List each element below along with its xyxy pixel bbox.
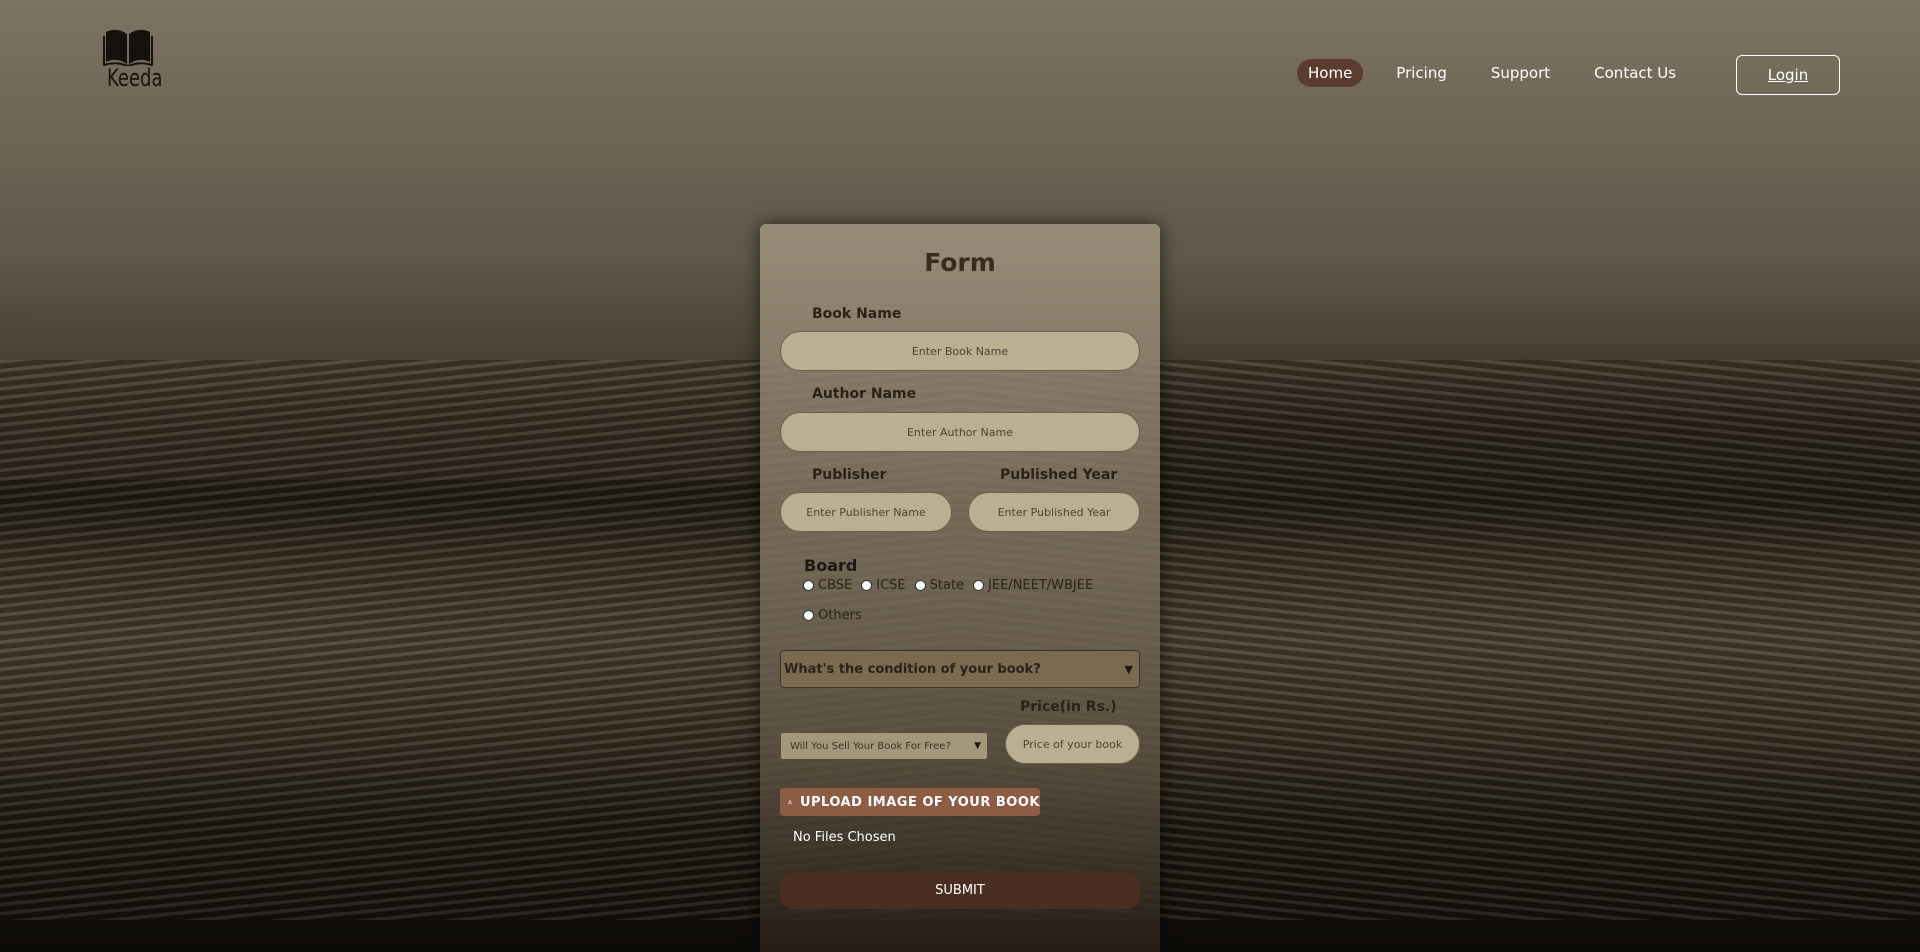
file-status-text: No Files Chosen <box>793 830 896 845</box>
open-book-icon <box>103 29 153 66</box>
board-option-label: ICSE <box>876 578 906 593</box>
board-option-state[interactable]: State <box>914 578 965 593</box>
form-title: Form <box>924 248 996 277</box>
author-name-input[interactable] <box>780 412 1140 452</box>
main-nav: Home Pricing Support Contact Us <box>1297 59 1709 87</box>
nav-pricing[interactable]: Pricing <box>1385 59 1458 87</box>
logo[interactable]: Keeda <box>100 26 163 92</box>
price-input[interactable] <box>1005 724 1140 764</box>
board-option-label: JEE/NEET/WBJEE <box>988 578 1094 593</box>
nav-support[interactable]: Support <box>1480 59 1561 87</box>
book-condition-select-value: What's the condition of your book? <box>784 661 1041 677</box>
upload-icon <box>788 800 792 804</box>
board-option-label: State <box>929 578 965 593</box>
radio-button[interactable] <box>803 580 814 591</box>
chevron-down-icon: ▼ <box>1124 662 1133 676</box>
board-option-label: Others <box>818 608 862 623</box>
board-option-icse[interactable]: ICSE <box>861 578 906 593</box>
board-option-jee-neet-wbjee[interactable]: JEE/NEET/WBJEE <box>973 578 1093 593</box>
board-option-label: CBSE <box>818 578 853 593</box>
nav-home[interactable]: Home <box>1297 59 1364 87</box>
book-name-label: Book Name <box>812 306 902 322</box>
book-condition-select[interactable]: What's the condition of your book? ▼ <box>780 650 1140 688</box>
radio-button[interactable] <box>803 610 814 621</box>
published-year-label: Published Year <box>1000 467 1118 483</box>
sell-for-free-select-value: Will You Sell Your Book For Free? <box>790 740 951 752</box>
publisher-label: Publisher <box>812 467 887 483</box>
upload-image-label: UPLOAD IMAGE OF YOUR BOOK <box>799 794 1040 810</box>
submit-button[interactable]: SUBMIT <box>780 872 1140 909</box>
price-label: Price(in Rs.) <box>1020 699 1117 715</box>
chevron-down-icon: ▼ <box>974 741 981 751</box>
published-year-input[interactable] <box>968 492 1140 532</box>
board-option-others[interactable]: Others <box>803 608 862 623</box>
nav-contact-us[interactable]: Contact Us <box>1583 59 1687 87</box>
board-options-row-2: Others <box>803 608 871 623</box>
radio-button[interactable] <box>973 580 985 591</box>
login-button[interactable]: Login <box>1736 55 1840 95</box>
board-label: Board <box>804 556 858 575</box>
publisher-input[interactable] <box>780 492 952 532</box>
book-form-card: Form Book Name Author Name Publisher Pub… <box>760 224 1160 952</box>
radio-button[interactable] <box>914 580 926 591</box>
board-option-cbse[interactable]: CBSE <box>803 578 852 593</box>
upload-image-button[interactable]: UPLOAD IMAGE OF YOUR BOOK <box>780 788 1040 816</box>
radio-button[interactable] <box>861 580 873 591</box>
book-name-input[interactable] <box>780 331 1140 371</box>
board-options-row: CBSE ICSE State JEE/NEET/WBJEE <box>803 578 1102 593</box>
sell-for-free-select[interactable]: Will You Sell Your Book For Free? ▼ <box>780 732 988 760</box>
author-name-label: Author Name <box>812 386 917 402</box>
brand-name: Keeda <box>107 64 163 92</box>
